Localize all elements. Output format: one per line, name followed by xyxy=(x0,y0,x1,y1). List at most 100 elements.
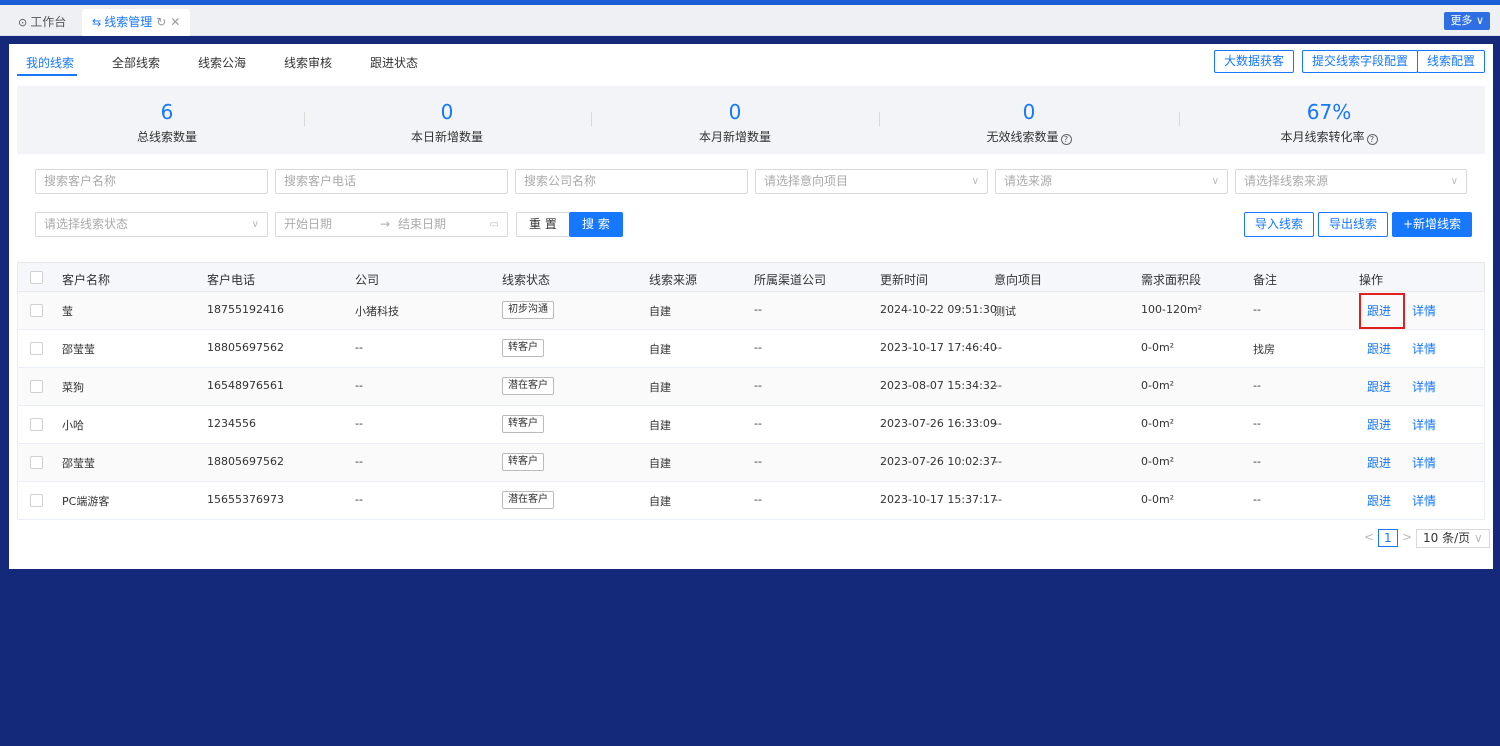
row-checkbox[interactable] xyxy=(30,418,43,431)
chevron-down-icon: ∨ xyxy=(1450,176,1458,187)
tab-workbench-label: 工作台 xyxy=(30,15,67,29)
help-icon[interactable]: ? xyxy=(1060,134,1072,145)
export-clues-button[interactable]: 导出线索 xyxy=(1318,212,1389,237)
header-clue-status[interactable]: 线索状态 xyxy=(502,271,550,288)
cell-channel-company: -- xyxy=(754,417,762,430)
page-1[interactable]: 1 xyxy=(1378,529,1398,547)
cell-updated-time: 2023-07-26 16:33:09 xyxy=(880,417,997,430)
table-row[interactable]: 小哈 1234556 -- 自建 -- 2023-07-26 16:33:09 -- 0-0m… xyxy=(17,406,1485,444)
chevron-down-icon: ∨ xyxy=(1211,176,1219,187)
home-icon: ⊙ xyxy=(18,16,28,29)
follow-up-link[interactable]: 跟进 xyxy=(1367,378,1391,395)
row-checkbox[interactable] xyxy=(30,494,43,507)
date-range-picker[interactable]: 开始日期 → 结束日期 ▭ xyxy=(275,212,508,237)
stat-value: 0 xyxy=(728,100,742,124)
next-page-icon[interactable]: > xyxy=(1402,530,1412,544)
close-icon[interactable]: ✕ xyxy=(170,15,180,29)
row-checkbox[interactable] xyxy=(30,380,43,393)
more-button[interactable]: 更多 ∨ xyxy=(1444,12,1490,30)
table-row[interactable]: PC端游客 15655376973 -- 自建 -- 2023-10-17 15:37:1… xyxy=(17,482,1485,520)
highlight-box xyxy=(1359,293,1405,329)
follow-up-link[interactable]: 跟进 xyxy=(1367,416,1391,433)
customer-name-input[interactable]: 搜索客户名称 xyxy=(35,169,268,194)
tab-clue-management[interactable]: ⇆ 线索管理 ↻ ✕ xyxy=(82,9,191,36)
cell-area: 0-0m² xyxy=(1141,341,1175,354)
cell-area: 0-0m² xyxy=(1141,493,1175,506)
import-clues-button[interactable]: 导入线索 xyxy=(1244,212,1315,237)
follow-up-link[interactable]: 跟进 xyxy=(1367,454,1391,471)
add-clue-button[interactable]: +新增线索 xyxy=(1392,212,1473,237)
header-area[interactable]: 需求面积段 xyxy=(1141,271,1201,288)
header-company[interactable]: 公司 xyxy=(355,271,379,288)
cell-company: -- xyxy=(355,493,363,506)
subtab-clue-review[interactable]: 线索审核 xyxy=(284,54,332,71)
tab-workbench[interactable]: ⊙ 工作台 xyxy=(8,9,76,36)
clue-status-placeholder: 请选择线索状态 xyxy=(44,217,129,231)
row-checkbox[interactable] xyxy=(30,304,43,317)
prev-page-icon[interactable]: < xyxy=(1364,530,1374,544)
detail-link[interactable]: 详情 xyxy=(1412,492,1436,509)
big-data-button[interactable]: 大数据获客 xyxy=(1214,50,1295,73)
follow-up-link[interactable]: 跟进 xyxy=(1367,492,1391,509)
header-customer-name[interactable]: 客户名称 xyxy=(62,271,110,288)
cell-intent-project: -- xyxy=(994,341,1002,354)
reset-button[interactable]: 重 置 xyxy=(516,212,570,237)
detail-link[interactable]: 详情 xyxy=(1412,302,1436,319)
header-updated-time[interactable]: 更新时间 xyxy=(880,271,928,288)
header-customer-phone[interactable]: 客户电话 xyxy=(207,271,255,288)
status-badge: 转客户 xyxy=(502,339,544,357)
header-clue-source[interactable]: 线索来源 xyxy=(649,271,697,288)
page-size-label: 10 条/页 xyxy=(1423,531,1471,545)
subtab-clue-pool[interactable]: 线索公海 xyxy=(198,54,246,71)
detail-link[interactable]: 详情 xyxy=(1412,454,1436,471)
subtab-all-clues[interactable]: 全部线索 xyxy=(112,54,160,71)
search-button[interactable]: 搜 索 xyxy=(569,212,623,237)
stat-label: 本月线索转化率 xyxy=(1280,130,1365,144)
header-intent-project[interactable]: 意向项目 xyxy=(994,271,1042,288)
page-size-select[interactable]: 10 条/页 ∨ xyxy=(1416,529,1490,548)
stat-label: 无效线索数量 xyxy=(986,130,1059,144)
cell-customer-name: 邵莹莹 xyxy=(62,343,95,356)
detail-link[interactable]: 详情 xyxy=(1412,340,1436,357)
clue-config-button[interactable]: 线索配置 xyxy=(1417,50,1486,73)
status-badge: 转客户 xyxy=(502,415,544,433)
cell-customer-name: 菜狗 xyxy=(62,381,84,394)
table-row[interactable]: 菜狗 16548976561 -- 自建 -- 2023-08-07 15:34:32 --… xyxy=(17,368,1485,406)
stat-label-wrap: 本月线索转化率? xyxy=(1179,128,1479,145)
field-config-button[interactable]: 提交线索字段配置 xyxy=(1302,50,1419,73)
select-all-checkbox[interactable] xyxy=(30,271,43,284)
table-row[interactable]: 莹 18755192416 小猪科技 自建 -- 2024-10-22 09:51:30 测… xyxy=(17,292,1485,330)
help-icon[interactable]: ? xyxy=(1366,134,1378,145)
header-channel-company[interactable]: 所属渠道公司 xyxy=(754,271,826,288)
clue-status-select[interactable]: 请选择线索状态 ∨ xyxy=(35,212,268,237)
cell-company: -- xyxy=(355,455,363,468)
header-note[interactable]: 备注 xyxy=(1253,271,1277,288)
table-header: 客户名称 客户电话 公司 线索状态 线索来源 所属渠道公司 更新时间 意向项目 … xyxy=(17,262,1485,292)
source-placeholder: 请选来源 xyxy=(1004,174,1053,188)
stat-value: 0 xyxy=(1022,100,1036,124)
row-checkbox[interactable] xyxy=(30,456,43,469)
detail-link[interactable]: 详情 xyxy=(1412,378,1436,395)
intent-project-select[interactable]: 请选择意向项目 ∨ xyxy=(755,169,988,194)
cell-company: -- xyxy=(355,379,363,392)
subtab-my-clues[interactable]: 我的线索 xyxy=(26,54,74,71)
stat-value: 0 xyxy=(440,100,454,124)
table-row[interactable]: 邵莹莹 18805697562 -- 自建 -- 2023-07-26 10:02:37-… xyxy=(17,444,1485,482)
detail-link[interactable]: 详情 xyxy=(1412,416,1436,433)
more-button-label: 更多 xyxy=(1450,14,1473,27)
source-select[interactable]: 请选来源 ∨ xyxy=(995,169,1228,194)
stat-month-new: 0 本月新增数量 xyxy=(585,100,885,145)
company-name-input[interactable]: 搜索公司名称 xyxy=(515,169,748,194)
refresh-icon[interactable]: ↻ xyxy=(156,15,166,29)
follow-up-link[interactable]: 跟进 xyxy=(1367,340,1391,357)
table-row[interactable]: 邵莹莹 18805697562 -- 自建 -- 2023-10-17 17:46:40-… xyxy=(17,330,1485,368)
subtab-follow-status[interactable]: 跟进状态 xyxy=(370,54,418,71)
cell-updated-time: 2023-10-17 17:46:40 xyxy=(880,341,997,354)
row-checkbox[interactable] xyxy=(30,342,43,355)
customer-phone-input[interactable]: 搜索客户电话 xyxy=(275,169,508,194)
cell-channel-company: -- xyxy=(754,303,762,316)
clue-source-select[interactable]: 请选择线索来源 ∨ xyxy=(1235,169,1467,194)
cell-updated-time: 2024-10-22 09:51:30 xyxy=(880,303,997,316)
status-badge: 转客户 xyxy=(502,453,544,471)
stat-label: 总线索数量 xyxy=(136,130,197,144)
